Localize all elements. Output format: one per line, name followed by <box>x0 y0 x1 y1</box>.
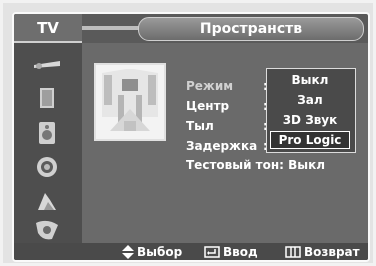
sidebar-item-input[interactable] <box>22 49 72 79</box>
delay-label[interactable]: Задержка <box>186 139 257 153</box>
test-tone-label[interactable]: Тестовый тон: Выкл <box>186 158 325 172</box>
enter-hint-label: Ввод <box>223 245 258 259</box>
tv-tab: TV <box>14 14 82 43</box>
antenna-icon <box>34 61 60 69</box>
enter-hint: Ввод <box>204 245 258 259</box>
sidebar-item-setup[interactable] <box>22 186 72 216</box>
sidebar-item-extra[interactable] <box>22 215 72 245</box>
channel-icon <box>37 157 57 177</box>
up-down-arrow-icon <box>122 245 134 259</box>
content-area: Режим : Центр : Тыл : Задержка : Тестовы… <box>82 43 368 243</box>
menu-panel: TV Пространств Режим Центр Тыл Задержка … <box>12 12 370 262</box>
option-3d-sound[interactable]: 3D Звук <box>270 111 350 129</box>
title-connector <box>82 26 140 30</box>
option-hall[interactable]: Зал <box>270 91 350 109</box>
sidebar-item-channel[interactable] <box>22 152 72 182</box>
option-pro-logic[interactable]: Pro Logic <box>270 131 350 149</box>
return-hint-label: Возврат <box>304 245 360 259</box>
mode-dropdown[interactable]: Выкл Зал 3D Звук Pro Logic <box>266 68 356 153</box>
menu-title: Пространств <box>138 17 364 41</box>
picture-icon <box>40 88 54 108</box>
select-hint-label: Выбор <box>137 245 183 259</box>
center-label[interactable]: Центр <box>186 99 229 113</box>
surround-room-image <box>94 63 166 141</box>
sidebar-item-picture[interactable] <box>22 83 72 113</box>
enter-icon <box>204 246 220 258</box>
return-hint: Возврат <box>285 245 360 259</box>
speaker-icon <box>39 122 55 144</box>
osd-screen: TV Пространств Режим Центр Тыл Задержка … <box>0 0 376 266</box>
rear-label[interactable]: Тыл <box>186 119 214 133</box>
option-off[interactable]: Выкл <box>270 71 350 89</box>
select-hint: Выбор <box>122 245 182 259</box>
mode-label[interactable]: Режим <box>186 79 233 93</box>
setup-icon <box>38 193 56 210</box>
sidebar <box>14 43 82 243</box>
sidebar-item-sound[interactable] <box>22 118 72 148</box>
footer-hints: Выбор Ввод Возврат <box>14 243 368 260</box>
input-icon <box>36 220 58 240</box>
return-icon <box>285 246 301 258</box>
